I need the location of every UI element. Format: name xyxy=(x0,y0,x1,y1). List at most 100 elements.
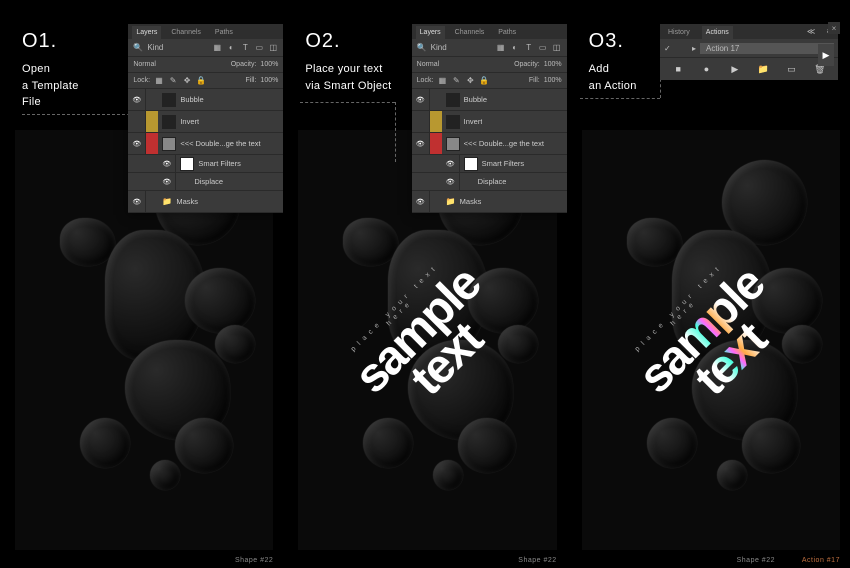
close-icon[interactable]: × xyxy=(828,22,840,34)
layer-smartobject[interactable]: <<< Double...ge the text xyxy=(128,133,283,155)
layer-thumb xyxy=(446,115,460,129)
layers-panel-2[interactable]: Layers Channels Paths 🔍 Kind ▦ ◐ T ▭ ◫ N… xyxy=(412,24,567,213)
tab-layers[interactable]: Layers xyxy=(132,26,161,39)
fill-label: Fill: xyxy=(529,77,540,84)
opacity-value[interactable]: 100% xyxy=(544,61,562,68)
filter-pixel-icon[interactable]: ▦ xyxy=(212,43,222,53)
eye-icon[interactable] xyxy=(132,139,141,148)
eye-icon[interactable] xyxy=(416,95,425,104)
tab-channels[interactable]: Channels xyxy=(167,26,205,39)
eye-icon[interactable] xyxy=(446,177,455,186)
canvas-3: place your text here sample text xyxy=(582,130,840,550)
step-1: O1. Open a Template File Shape #22 Layer… xyxy=(0,0,283,568)
actions-panel[interactable]: × History Actions ≪ ≡ ✓ ▸ Action 17 ▶ ■ … xyxy=(660,24,838,80)
tab-layers[interactable]: Layers xyxy=(416,26,445,39)
lock-position-icon[interactable]: ✥ xyxy=(182,76,192,86)
step-3-header: O3. Add an Action xyxy=(589,30,637,94)
layer-masks[interactable]: 📁 Masks xyxy=(412,191,567,213)
filter-adjust-icon[interactable]: ◐ xyxy=(226,43,236,53)
eye-icon[interactable] xyxy=(446,159,455,168)
layer-bubble[interactable]: Bubble xyxy=(128,89,283,111)
tab-paths[interactable]: Paths xyxy=(211,26,237,39)
lock-all-icon[interactable]: 🔒 xyxy=(196,76,206,86)
check-icon[interactable]: ✓ xyxy=(664,44,674,53)
lock-brush-icon[interactable]: ✎ xyxy=(168,76,178,86)
fill-value[interactable]: 100% xyxy=(260,77,278,84)
layer-smartfilters[interactable]: Smart Filters xyxy=(412,155,567,173)
filter-shape-icon[interactable]: ▭ xyxy=(254,43,264,53)
filter-shape-icon[interactable]: ▭ xyxy=(538,43,548,53)
opacity-label: Opacity: xyxy=(514,61,540,68)
caption-shape: Shape #22 xyxy=(737,557,775,564)
search-icon[interactable]: 🔍 xyxy=(133,43,143,53)
lock-all-icon[interactable]: 🔒 xyxy=(479,76,489,86)
opacity-value[interactable]: 100% xyxy=(260,61,278,68)
new-action-button[interactable]: ▭ xyxy=(784,62,798,76)
collapse-icon[interactable]: ≪ xyxy=(806,26,816,36)
record-button[interactable]: ● xyxy=(699,62,713,76)
lock-brush-icon[interactable]: ✎ xyxy=(451,76,461,86)
play-action-button[interactable]: ▶ xyxy=(818,44,834,66)
lock-transparency-icon[interactable]: ▦ xyxy=(154,76,164,86)
eye-icon[interactable] xyxy=(132,95,141,104)
blend-mode[interactable]: Normal xyxy=(133,61,156,68)
filter-text-icon[interactable]: T xyxy=(240,43,250,53)
blend-mode[interactable]: Normal xyxy=(417,61,440,68)
action-row[interactable]: ✓ ▸ Action 17 xyxy=(660,39,838,57)
layer-thumb xyxy=(464,157,478,171)
eye-icon[interactable] xyxy=(416,197,425,206)
new-set-button[interactable]: 📁 xyxy=(756,62,770,76)
connector-line-2v xyxy=(395,102,396,162)
kind-filter-row: 🔍 Kind ▦ ◐ T ▭ ◫ xyxy=(128,39,283,57)
filter-text-icon[interactable]: T xyxy=(524,43,534,53)
tab-paths[interactable]: Paths xyxy=(494,26,520,39)
filter-smart-icon[interactable]: ◫ xyxy=(268,43,278,53)
filter-smart-icon[interactable]: ◫ xyxy=(552,43,562,53)
filter-pixel-icon[interactable]: ▦ xyxy=(496,43,506,53)
tab-channels[interactable]: Channels xyxy=(451,26,489,39)
tab-actions[interactable]: Actions xyxy=(702,26,733,39)
layer-invert[interactable]: Invert xyxy=(412,111,567,133)
kind-label: Kind xyxy=(431,43,447,52)
layers-panel[interactable]: Layers Channels Paths 🔍 Kind ▦ ◐ T ▭ ◫ N… xyxy=(128,24,283,213)
panel-tabs: Layers Channels Paths xyxy=(128,24,283,39)
connector-line-1 xyxy=(22,114,130,115)
play-button[interactable]: ▶ xyxy=(728,62,742,76)
eye-icon[interactable] xyxy=(162,159,171,168)
blend-row: Normal Opacity: 100% xyxy=(412,57,567,73)
lock-row: Lock: ▦ ✎ ✥ 🔒 Fill: 100% xyxy=(412,73,567,89)
step-number: O1. xyxy=(22,30,79,53)
blob-shape: place your text here sample text xyxy=(582,130,840,550)
opacity-label: Opacity: xyxy=(231,61,257,68)
fill-value[interactable]: 100% xyxy=(544,77,562,84)
connector-line-3 xyxy=(580,98,660,99)
expand-icon[interactable]: ▸ xyxy=(692,44,696,53)
tab-history[interactable]: History xyxy=(664,26,694,39)
action-name: Action 17 xyxy=(700,43,834,54)
fill-label: Fill: xyxy=(246,77,257,84)
search-icon[interactable]: 🔍 xyxy=(417,43,427,53)
folder-icon: 📁 xyxy=(162,197,172,207)
step-2-header: O2. Place your text via Smart Object xyxy=(305,30,391,94)
stop-button[interactable]: ■ xyxy=(671,62,685,76)
eye-icon[interactable] xyxy=(132,197,141,206)
step-title: Place your text via Smart Object xyxy=(305,61,391,94)
filter-adjust-icon[interactable]: ◐ xyxy=(510,43,520,53)
caption-action: Action #17 xyxy=(802,557,840,564)
caption-shape: Shape #22 xyxy=(518,557,556,564)
layer-displace[interactable]: Displace xyxy=(128,173,283,191)
layer-bubble[interactable]: Bubble xyxy=(412,89,567,111)
actions-tabs: History Actions ≪ ≡ xyxy=(660,24,838,39)
layer-thumb xyxy=(162,93,176,107)
layer-invert[interactable]: Invert xyxy=(128,111,283,133)
folder-icon: 📁 xyxy=(446,197,456,207)
layer-smartfilters[interactable]: Smart Filters xyxy=(128,155,283,173)
layer-masks[interactable]: 📁 Masks xyxy=(128,191,283,213)
lock-transparency-icon[interactable]: ▦ xyxy=(437,76,447,86)
lock-row: Lock: ▦ ✎ ✥ 🔒 Fill: 100% xyxy=(128,73,283,89)
eye-icon[interactable] xyxy=(162,177,171,186)
layer-smartobject[interactable]: <<< Double...ge the text xyxy=(412,133,567,155)
eye-icon[interactable] xyxy=(416,139,425,148)
lock-position-icon[interactable]: ✥ xyxy=(465,76,475,86)
layer-displace[interactable]: Displace xyxy=(412,173,567,191)
